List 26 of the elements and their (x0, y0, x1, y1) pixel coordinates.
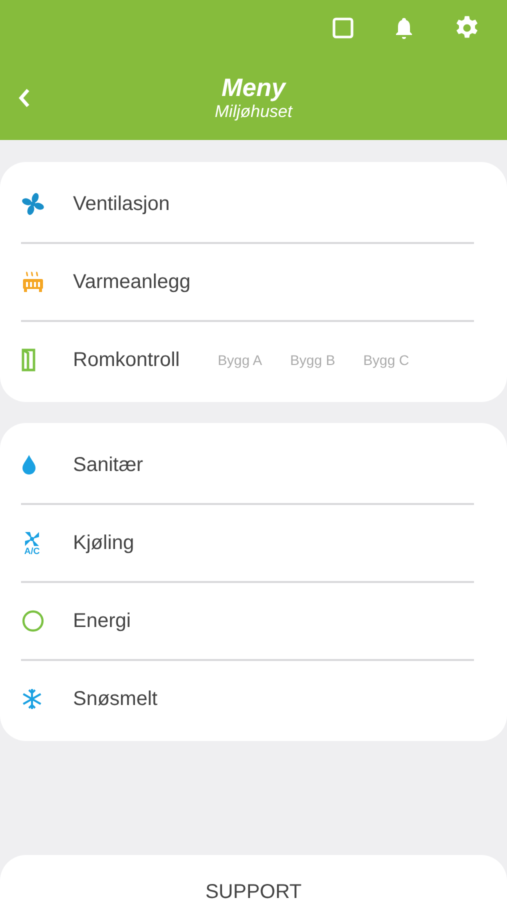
menu-item-label: Snøsmelt (72, 688, 158, 710)
menu-item[interactable]: A/C Kjøling (21, 505, 474, 583)
menu-item-label: Varmeanlegg (72, 270, 190, 294)
menu-item[interactable]: Ventilasjon (21, 166, 474, 244)
drop-icon (21, 454, 37, 476)
back-button[interactable] (16, 86, 32, 110)
menu-item-label: Ventilasjon (72, 192, 170, 216)
menu-item[interactable]: Snøsmelt (21, 661, 474, 737)
menu-item[interactable]: Sanitær (21, 427, 474, 505)
support-label: SUPPORT (205, 881, 302, 900)
door-icon (21, 348, 37, 372)
fan-icon (21, 192, 45, 216)
snowflake-icon (21, 688, 43, 710)
menu-item-label: Sanitær (72, 454, 144, 476)
menu-item-label: Energi (72, 610, 131, 632)
menu-item-label: Kjøling (72, 532, 134, 554)
radiator-icon (21, 270, 45, 294)
menu-item-label: Romkontroll (72, 348, 180, 372)
page-subtitle: Miljøhuset (214, 102, 292, 122)
support-card[interactable]: SUPPORT (0, 855, 507, 900)
circle-icon (21, 609, 45, 633)
settings-icon[interactable] (454, 15, 480, 41)
menu-item[interactable]: Varmeanlegg (21, 244, 474, 322)
page-title: Meny (222, 74, 286, 102)
menu-item[interactable]: Energi (21, 583, 474, 661)
square-icon[interactable] (332, 17, 354, 39)
